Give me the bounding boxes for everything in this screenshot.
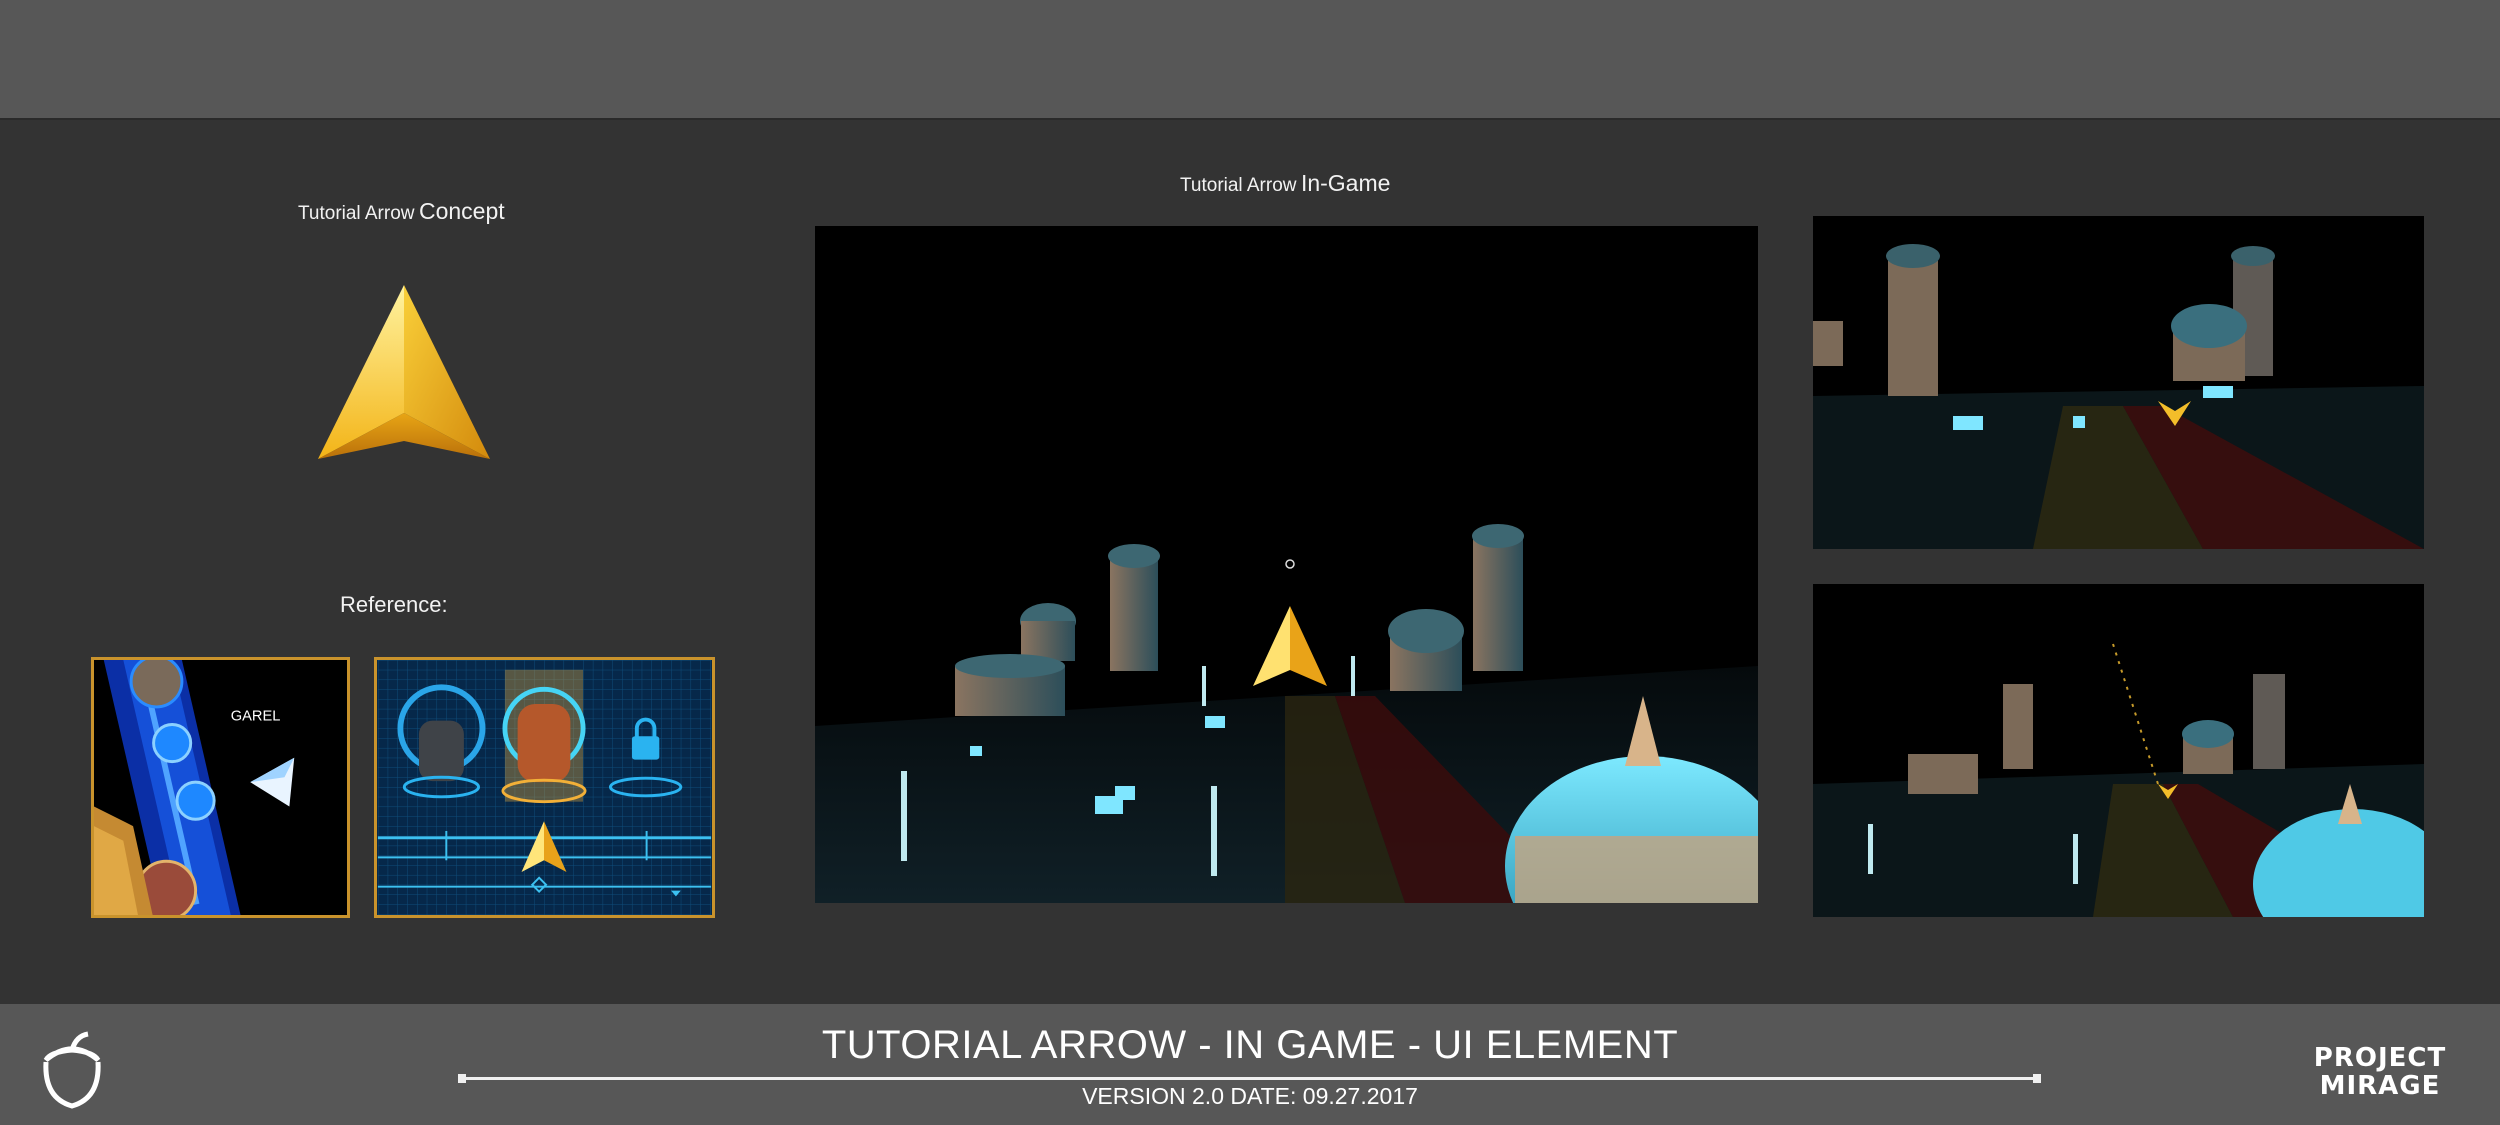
ingame-title: Tutorial Arrow In-Game <box>1180 170 1391 196</box>
character-name-label: GAREL <box>231 709 281 725</box>
footer-version-date: VERSION 2.0 DATE: 09.27.2017 <box>1082 1083 1418 1109</box>
reference-image-character-select: GAREL <box>91 657 350 918</box>
ingame-screenshot-top-right <box>1813 216 2424 549</box>
footer-divider <box>458 1074 2041 1083</box>
brand-line-2: MIRAGE <box>2319 1071 2441 1101</box>
ingame-screenshot-bottom-right <box>1813 584 2424 917</box>
brand-line-1: PROJECT <box>2313 1043 2447 1073</box>
reference-image-unlock-screen <box>374 657 715 918</box>
footer-title: TUTORIAL ARROW - IN GAME - UI ELEMENT <box>821 1023 1679 1067</box>
brand-logo-text: PROJECT MIRAGE <box>2295 1044 2465 1100</box>
concept-title: Tutorial Arrow Concept <box>298 198 505 224</box>
ingame-screenshot-main <box>815 226 1758 903</box>
top-band <box>0 0 2500 120</box>
reference-title: Reference: <box>340 592 448 617</box>
tutorial-arrow-icon <box>318 285 490 459</box>
